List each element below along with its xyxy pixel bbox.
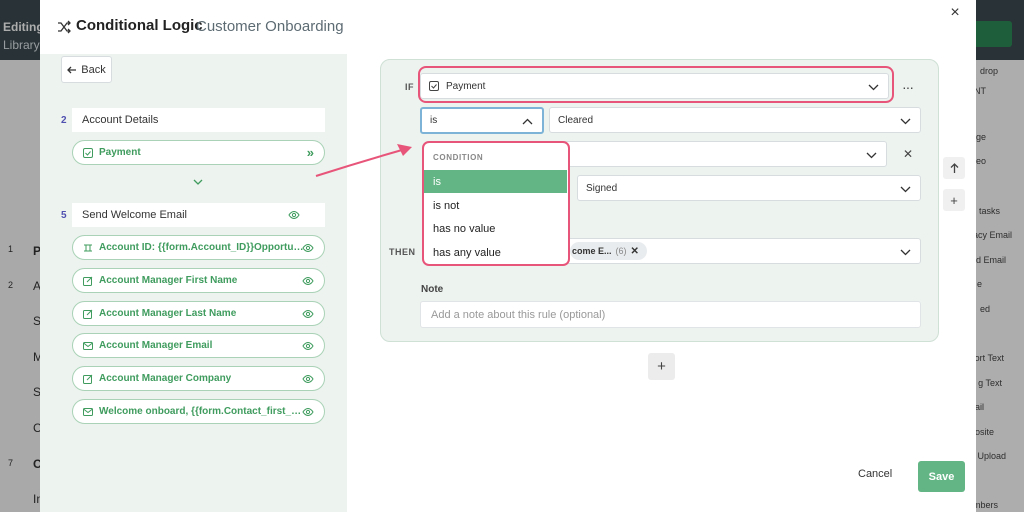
id-field-icon xyxy=(84,244,92,251)
highlight-field xyxy=(418,66,894,103)
eye-icon[interactable] xyxy=(288,209,300,221)
step-label: Send Welcome Email xyxy=(82,209,187,221)
conditional-logic-modal: Back 2 Account Details Payment » 5 Send … xyxy=(40,0,976,512)
dropdown-option-is[interactable]: is xyxy=(424,170,567,193)
cancel-button[interactable]: Cancel xyxy=(858,468,892,480)
chevron-down-icon xyxy=(900,118,911,125)
pill-label: Account Manager Email xyxy=(99,340,213,351)
save-button[interactable]: Save xyxy=(918,461,965,492)
shuffle-icon xyxy=(58,20,71,34)
edit-icon xyxy=(83,276,93,286)
back-button[interactable]: Back xyxy=(61,56,112,83)
dropdown-header: CONDITION xyxy=(433,153,484,162)
chevron-down-icon xyxy=(900,186,911,193)
edit-icon xyxy=(83,374,93,384)
payment-field-pill[interactable]: Payment » xyxy=(72,140,325,165)
left-panel: Back 2 Account Details Payment » 5 Send … xyxy=(40,46,347,512)
then-tag: come E... (6) ✕ xyxy=(570,242,647,260)
note-input[interactable]: Add a note about this rule (optional) xyxy=(420,301,921,328)
envelope-icon xyxy=(83,341,93,350)
add-condition-button[interactable]: + xyxy=(943,189,965,211)
double-chevron-right-icon: » xyxy=(306,145,314,160)
close-icon[interactable]: × xyxy=(946,4,964,22)
second-condition-value-select[interactable]: Signed xyxy=(577,175,921,201)
arrow-left-icon xyxy=(67,66,77,73)
pill-label: Account Manager First Name xyxy=(99,275,238,286)
step-label: Account Details xyxy=(82,114,159,126)
add-rule-button[interactable]: + xyxy=(648,353,675,380)
condition-dropdown: CONDITION is is not has no value has any… xyxy=(422,141,570,266)
eye-icon[interactable] xyxy=(302,308,314,320)
step-send-welcome-email[interactable]: Send Welcome Email xyxy=(72,203,325,227)
then-label: THEN xyxy=(389,247,416,257)
chevron-down-icon xyxy=(866,152,877,159)
eye-icon[interactable] xyxy=(302,406,314,418)
field-pill[interactable]: Account Manager Last Name xyxy=(72,301,325,326)
eye-icon[interactable] xyxy=(302,242,314,254)
pill-label: Payment xyxy=(99,147,141,158)
then-tag-label: come E... xyxy=(572,246,612,256)
dropdown-option-has-any-value[interactable]: has any value xyxy=(424,241,567,264)
checkbox-icon xyxy=(83,147,93,158)
condition-value-select[interactable]: Cleared xyxy=(549,107,921,133)
dropdown-option-is-not[interactable]: is not xyxy=(424,194,567,217)
eye-icon[interactable] xyxy=(302,373,314,385)
second-condition-value: Signed xyxy=(586,182,618,194)
step-number: 5 xyxy=(61,210,67,221)
modal-subtitle: Customer Onboarding xyxy=(196,18,344,35)
dropdown-option-has-no-value[interactable]: has no value xyxy=(424,217,567,240)
field-pill[interactable]: Account Manager Email xyxy=(72,333,325,358)
operator-value: is xyxy=(430,115,438,126)
chevron-down-icon xyxy=(900,249,911,256)
eye-icon[interactable] xyxy=(302,340,314,352)
modal-title: Conditional Logic xyxy=(76,17,203,34)
if-label: IF xyxy=(405,82,414,92)
edit-icon xyxy=(83,309,93,319)
note-placeholder: Add a note about this rule (optional) xyxy=(431,308,606,321)
arrow-up-icon xyxy=(950,162,958,173)
chevron-up-icon xyxy=(522,118,533,125)
eye-icon[interactable] xyxy=(302,275,314,287)
second-field-select[interactable] xyxy=(560,141,887,167)
envelope-icon xyxy=(83,407,93,416)
note-label: Note xyxy=(421,284,444,295)
pill-label: Welcome onboard, {{form.Contact_first_n.… xyxy=(99,406,304,417)
back-label: Back xyxy=(81,63,106,76)
pill-label: Account ID: {{form.Account_ID}}Opportun.… xyxy=(99,242,304,253)
condition-value: Cleared xyxy=(558,114,594,126)
field-pill[interactable]: Account Manager First Name xyxy=(72,268,325,293)
field-pill[interactable]: Account ID: {{form.Account_ID}}Opportun.… xyxy=(72,235,325,260)
pill-label: Account Manager Last Name xyxy=(99,308,237,319)
chevron-down-icon xyxy=(193,179,203,185)
then-tag-count: (6) xyxy=(615,246,627,256)
move-up-button[interactable] xyxy=(943,157,965,179)
remove-tag-icon[interactable]: ✕ xyxy=(631,246,639,257)
more-options-icon[interactable]: ··· xyxy=(902,79,914,95)
step-number: 2 xyxy=(61,115,67,126)
remove-condition-icon[interactable]: ✕ xyxy=(903,147,913,161)
step-account-details[interactable]: Account Details xyxy=(72,108,325,132)
field-pill[interactable]: Welcome onboard, {{form.Contact_first_n.… xyxy=(72,399,325,424)
field-pill[interactable]: Account Manager Company xyxy=(72,366,325,391)
pill-label: Account Manager Company xyxy=(99,373,232,384)
operator-select[interactable]: is xyxy=(420,107,544,134)
modal-header: Conditional Logic Customer Onboarding xyxy=(40,0,347,54)
